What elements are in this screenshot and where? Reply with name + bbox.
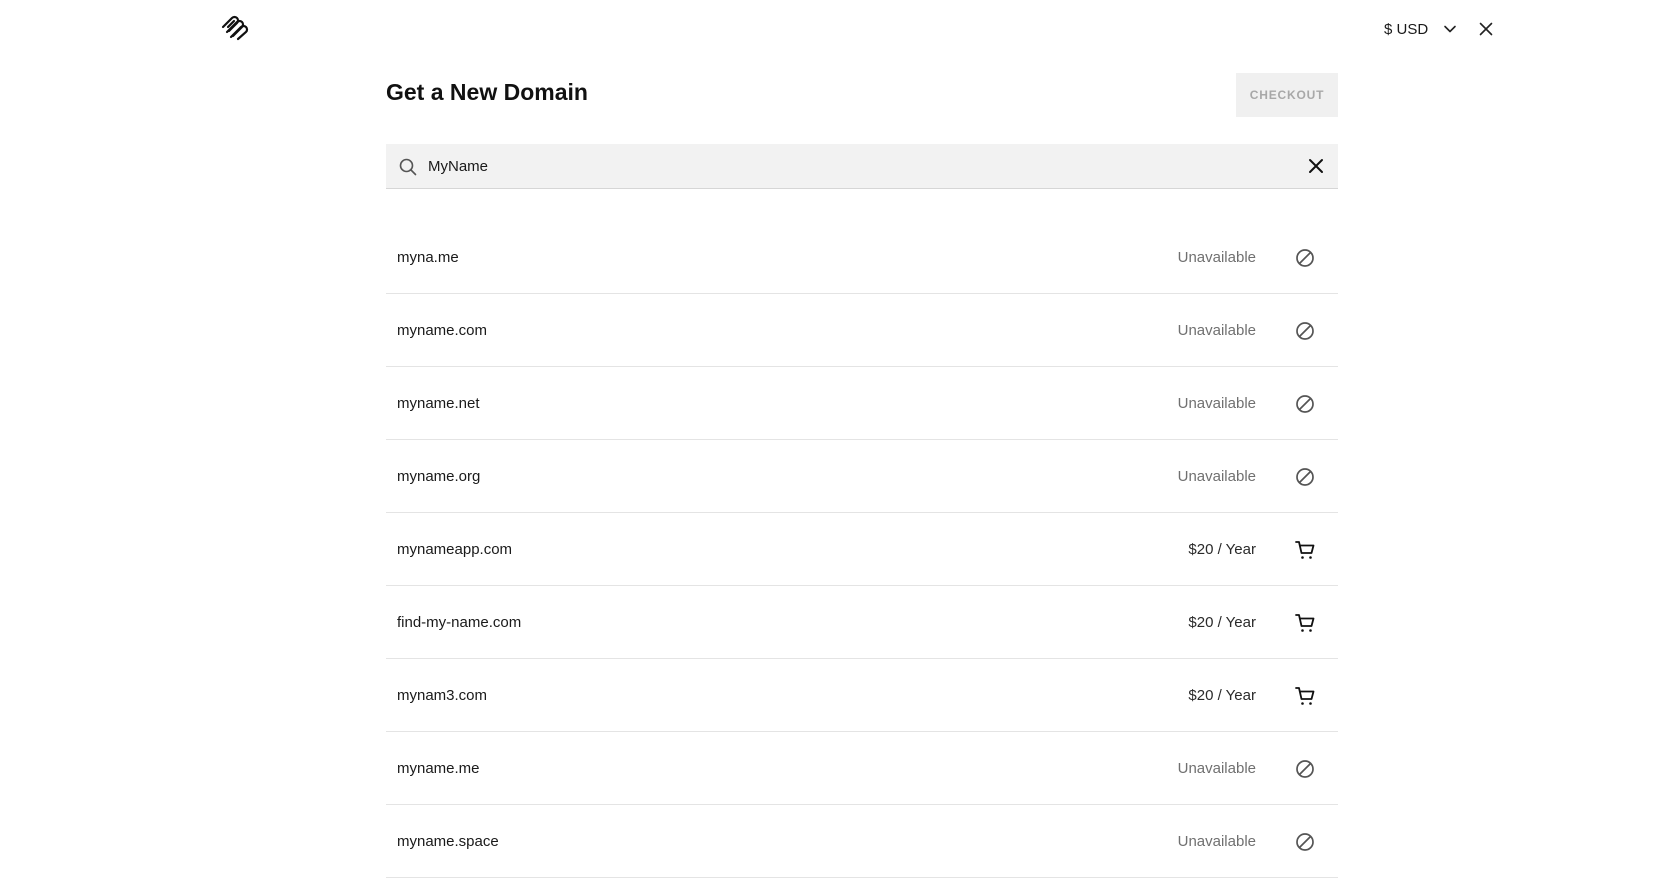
domain-result-row[interactable]: myname.com Unavailable bbox=[386, 294, 1338, 367]
squarespace-logo-icon[interactable] bbox=[220, 15, 250, 43]
domain-status: Unavailable bbox=[1177, 760, 1256, 777]
domain-name: mynam3.com bbox=[397, 687, 488, 704]
domain-name: find-my-name.com bbox=[397, 614, 522, 631]
domain-status: $20 / Year bbox=[1188, 614, 1256, 631]
domain-name: myname.space bbox=[397, 833, 499, 850]
domain-name: myname.me bbox=[397, 760, 480, 777]
domain-status: Unavailable bbox=[1177, 833, 1256, 850]
domain-result-row[interactable]: myname.me Unavailable bbox=[386, 732, 1338, 805]
domain-results-list: myna.me Unavailable myname.com Unavailab… bbox=[386, 221, 1338, 878]
unavailable-icon bbox=[1294, 831, 1316, 853]
domain-name: myname.org bbox=[397, 468, 481, 485]
domain-result-row[interactable]: mynameapp.com $20 / Year bbox=[386, 513, 1338, 586]
domain-search-input[interactable] bbox=[428, 144, 1278, 188]
domain-result-row[interactable]: myname.org Unavailable bbox=[386, 440, 1338, 513]
domain-status: Unavailable bbox=[1177, 468, 1256, 485]
domain-status: Unavailable bbox=[1177, 395, 1256, 412]
unavailable-icon bbox=[1294, 247, 1316, 269]
domain-status: Unavailable bbox=[1177, 249, 1256, 266]
domain-result-row[interactable]: mynam3.com $20 / Year bbox=[386, 659, 1338, 732]
close-icon[interactable] bbox=[1476, 19, 1496, 39]
domain-result-row[interactable]: find-my-name.com $20 / Year bbox=[386, 586, 1338, 659]
domain-result-row[interactable]: myna.me Unavailable bbox=[386, 221, 1338, 294]
domain-result-row[interactable]: myname.net Unavailable bbox=[386, 367, 1338, 440]
page-title: Get a New Domain bbox=[386, 79, 588, 105]
domain-status: Unavailable bbox=[1177, 322, 1256, 339]
domain-name: myname.com bbox=[397, 322, 488, 339]
domain-search-bar bbox=[386, 144, 1338, 189]
top-bar: $ USD bbox=[0, 0, 1680, 58]
unavailable-icon bbox=[1294, 320, 1316, 342]
checkout-button[interactable]: CHECKOUT bbox=[1236, 73, 1338, 117]
domain-name: myna.me bbox=[397, 249, 459, 266]
domain-status: $20 / Year bbox=[1188, 541, 1256, 558]
chevron-down-icon bbox=[1444, 25, 1456, 33]
cart-icon[interactable] bbox=[1294, 539, 1316, 561]
search-icon bbox=[399, 158, 417, 176]
domain-name: mynameapp.com bbox=[397, 541, 513, 558]
unavailable-icon bbox=[1294, 758, 1316, 780]
cart-icon[interactable] bbox=[1294, 685, 1316, 707]
currency-selector[interactable]: $ USD bbox=[1384, 18, 1458, 40]
unavailable-icon bbox=[1294, 393, 1316, 415]
domain-name: myname.net bbox=[397, 395, 480, 412]
clear-search-icon[interactable] bbox=[1306, 156, 1326, 176]
currency-label: $ USD bbox=[1384, 20, 1429, 38]
cart-icon[interactable] bbox=[1294, 612, 1316, 634]
domain-result-row[interactable]: myname.space Unavailable bbox=[386, 805, 1338, 878]
title-row: Get a New Domain CHECKOUT bbox=[386, 73, 1338, 117]
unavailable-icon bbox=[1294, 466, 1316, 488]
domain-status: $20 / Year bbox=[1188, 687, 1256, 704]
